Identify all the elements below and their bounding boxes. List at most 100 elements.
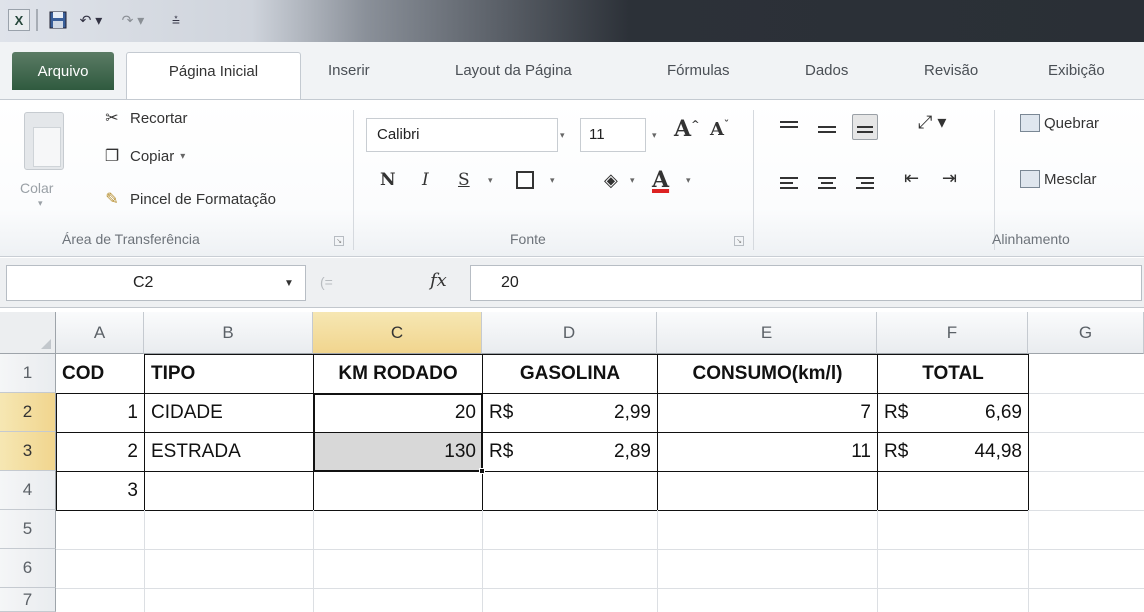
cell-g5[interactable] (1028, 510, 1144, 550)
cell-f7[interactable] (877, 588, 1029, 612)
font-launcher-icon[interactable]: ↘ (734, 236, 744, 246)
font-color-button[interactable]: A (652, 164, 669, 196)
align-middle-icon[interactable] (814, 114, 840, 140)
cell-a7[interactable] (56, 588, 145, 612)
cell-c4[interactable] (313, 471, 483, 511)
cell-d5[interactable] (482, 510, 658, 550)
shrink-font-button[interactable]: Aˇ (710, 119, 729, 140)
increase-indent-icon[interactable]: ⇥ (942, 168, 957, 189)
name-box[interactable]: C2 (6, 265, 306, 301)
tab-view[interactable]: Exibição (1048, 62, 1105, 79)
cell-e2[interactable]: 7 (657, 393, 878, 433)
cell-c5[interactable] (313, 510, 483, 550)
align-right-icon[interactable] (852, 170, 878, 196)
cell-e5[interactable] (657, 510, 878, 550)
paste-dropdown-icon[interactable]: ▾ (38, 198, 43, 209)
cell-g7[interactable] (1028, 588, 1144, 612)
tab-page-layout[interactable]: Layout da Página (455, 62, 572, 79)
cell-e4[interactable] (657, 471, 878, 511)
cell-d2[interactable]: R$ 2,99 (482, 393, 658, 433)
tab-home[interactable]: Página Inicial (126, 52, 301, 102)
cell-f6[interactable] (877, 549, 1029, 589)
column-header-f[interactable]: F (877, 312, 1028, 354)
redo-icon[interactable]: ↷ ▾ (116, 9, 150, 31)
cell-b1[interactable]: TIPO (144, 354, 314, 394)
cell-b6[interactable] (144, 549, 314, 589)
cut-button[interactable]: ✂ Recortar (100, 108, 187, 128)
copy-dropdown-icon[interactable]: ▾ (180, 151, 185, 162)
cell-c2[interactable]: 20 (313, 393, 483, 433)
cell-f2[interactable]: R$ 6,69 (877, 393, 1029, 433)
cell-e3[interactable]: 11 (657, 432, 878, 472)
align-left-icon[interactable] (776, 170, 802, 196)
cancel-entry-icon[interactable]: (= (320, 274, 333, 290)
fill-color-icon[interactable]: ◈ (604, 164, 618, 196)
cell-e1[interactable]: CONSUMO(km/l) (657, 354, 878, 394)
font-name-dropdown-icon[interactable]: ▾ (560, 118, 578, 152)
column-header-a[interactable]: A (56, 312, 144, 354)
cell-d1[interactable]: GASOLINA (482, 354, 658, 394)
row-header-6[interactable]: 6 (0, 549, 56, 588)
align-center-icon[interactable] (814, 170, 840, 196)
cell-c6[interactable] (313, 549, 483, 589)
cell-b5[interactable] (144, 510, 314, 550)
cell-d4[interactable] (482, 471, 658, 511)
name-box-dropdown-icon[interactable]: ▼ (284, 278, 294, 289)
cell-a6[interactable] (56, 549, 145, 589)
cell-g2[interactable] (1028, 393, 1144, 433)
cell-c7[interactable] (313, 588, 483, 612)
cell-g4[interactable] (1028, 471, 1144, 511)
cell-e7[interactable] (657, 588, 878, 612)
borders-button[interactable] (516, 164, 542, 196)
clipboard-launcher-icon[interactable]: ↘ (334, 236, 344, 246)
cell-b2[interactable]: CIDADE (144, 393, 314, 433)
font-name-input[interactable]: Calibri (366, 118, 558, 152)
cell-a1[interactable]: COD (56, 354, 145, 394)
tab-file[interactable]: Arquivo (12, 52, 114, 90)
cell-c1[interactable]: KM RODADO (313, 354, 483, 394)
column-header-g[interactable]: G (1028, 312, 1144, 354)
italic-button[interactable]: I (422, 164, 429, 196)
row-header-7[interactable]: 7 (0, 588, 56, 612)
row-header-5[interactable]: 5 (0, 510, 56, 549)
cell-a2[interactable]: 1 (56, 393, 145, 433)
fill-color-dropdown-icon[interactable]: ▾ (630, 164, 635, 196)
excel-icon[interactable]: X (8, 9, 30, 31)
font-size-input[interactable]: 11 (580, 118, 646, 152)
select-all-corner[interactable] (0, 312, 56, 354)
orientation-icon[interactable]: ⤢ ▾ (918, 112, 946, 133)
undo-icon[interactable]: ↶ ▾ (76, 9, 106, 31)
cell-c3[interactable]: 130 (313, 432, 483, 472)
cell-f1[interactable]: TOTAL (877, 354, 1029, 394)
grow-font-button[interactable]: A^ (674, 116, 699, 142)
cell-d7[interactable] (482, 588, 658, 612)
format-painter-button[interactable]: ✎ Pincel de Formatação (100, 189, 276, 209)
tab-review[interactable]: Revisão (924, 62, 978, 79)
underline-button[interactable]: S (458, 164, 470, 196)
borders-dropdown-icon[interactable]: ▾ (550, 164, 555, 196)
paste-icon[interactable] (24, 112, 64, 170)
cell-f5[interactable] (877, 510, 1029, 550)
cell-g3[interactable] (1028, 432, 1144, 472)
save-icon[interactable] (48, 9, 68, 31)
paste-button[interactable]: Colar (20, 180, 53, 196)
copy-button[interactable]: ❐ Copiar ▾ (100, 146, 185, 166)
cell-a5[interactable] (56, 510, 145, 550)
row-header-1[interactable]: 1 (0, 354, 56, 393)
cell-e6[interactable] (657, 549, 878, 589)
cell-b7[interactable] (144, 588, 314, 612)
row-header-3[interactable]: 3 (0, 432, 56, 471)
formula-input[interactable]: 20 (470, 265, 1142, 301)
font-color-dropdown-icon[interactable]: ▾ (686, 164, 691, 196)
tab-formulas[interactable]: Fórmulas (667, 62, 730, 79)
fill-handle[interactable] (479, 468, 485, 474)
column-header-b[interactable]: B (144, 312, 313, 354)
align-bottom-icon[interactable] (852, 114, 878, 140)
row-header-2[interactable]: 2 (0, 393, 56, 432)
insert-function-button[interactable]: fx (430, 270, 447, 291)
underline-dropdown-icon[interactable]: ▾ (488, 164, 493, 196)
column-header-e[interactable]: E (657, 312, 877, 354)
wrap-text-button[interactable]: Quebrar (1020, 114, 1099, 132)
decrease-indent-icon[interactable]: ⇤ (904, 168, 919, 189)
cell-a3[interactable]: 2 (56, 432, 145, 472)
